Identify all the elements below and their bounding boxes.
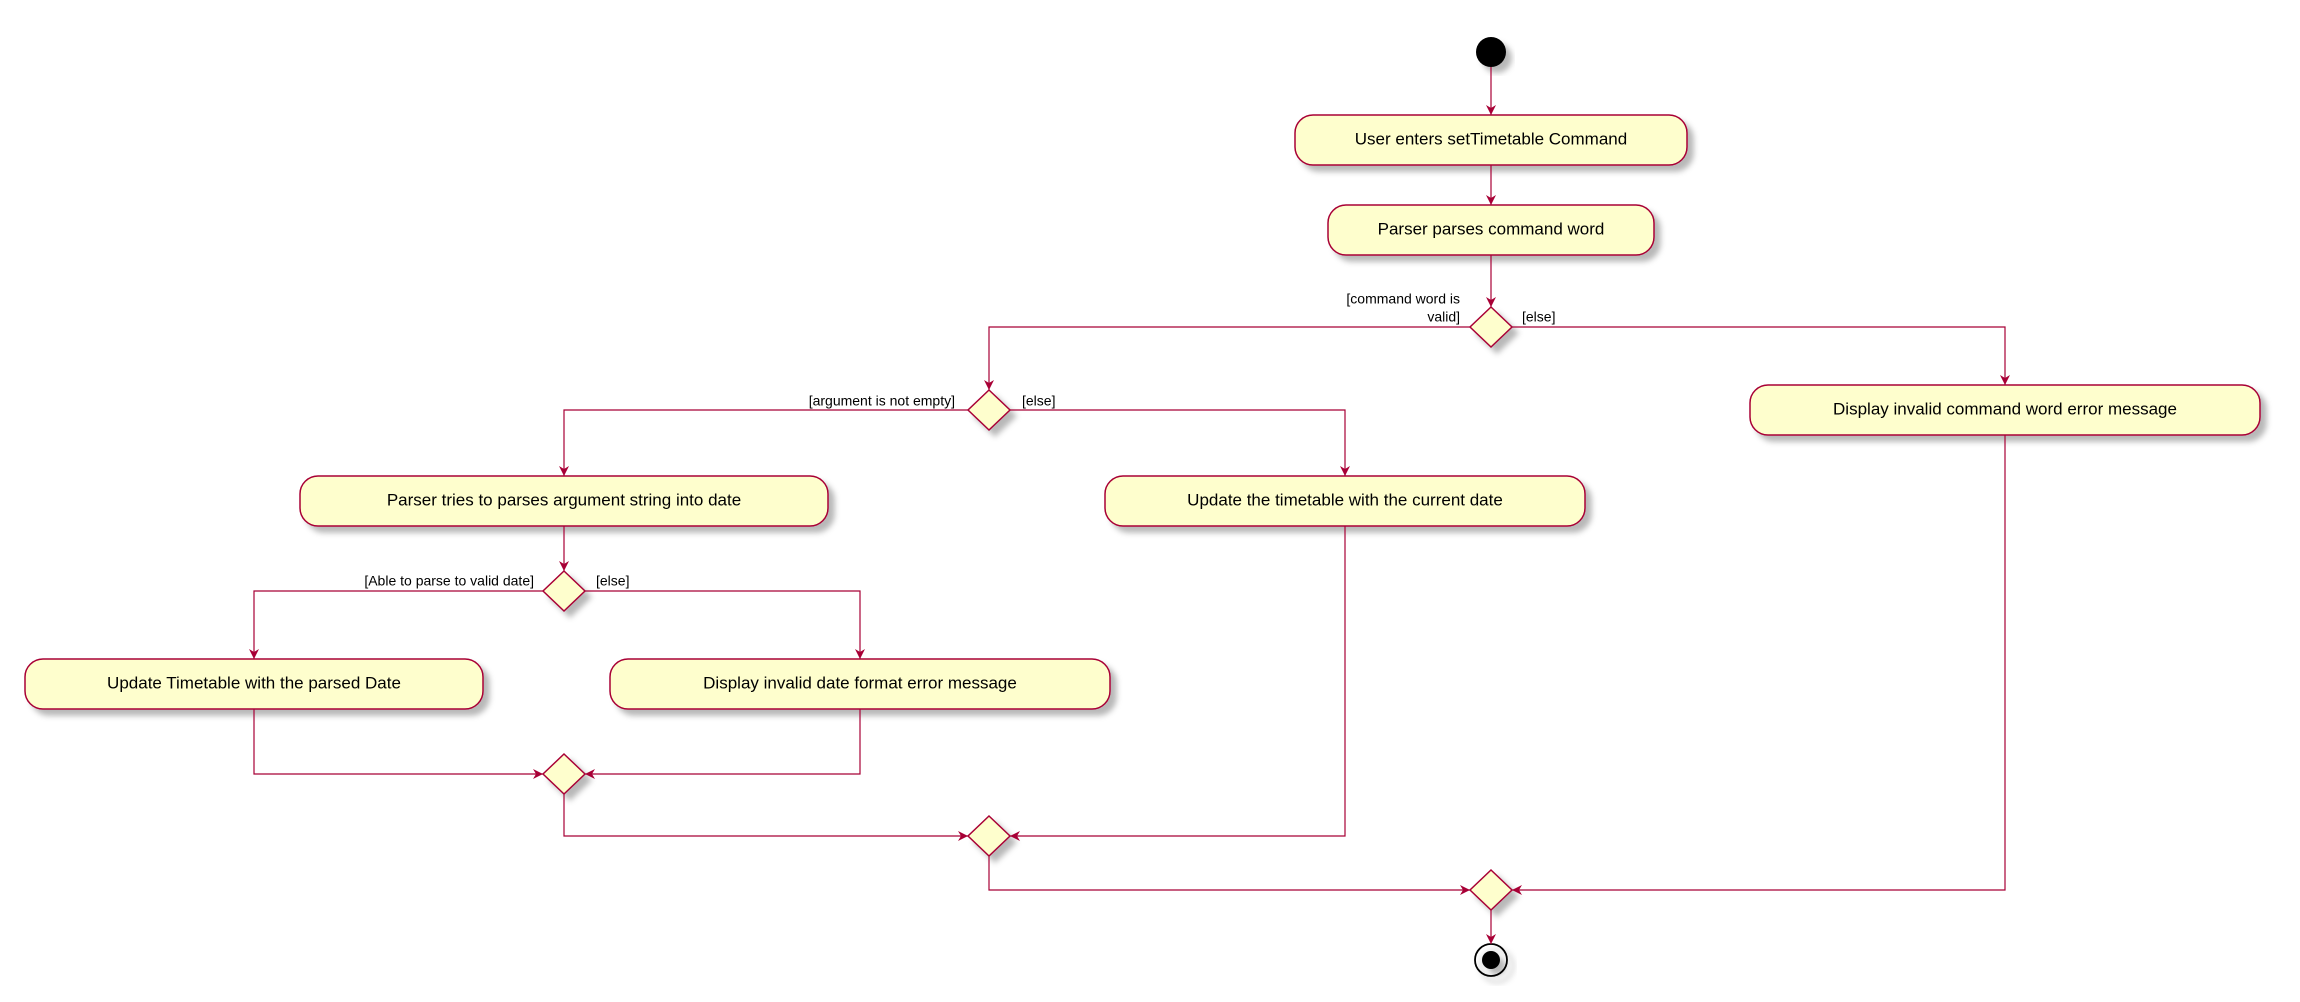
merge-argument-branch bbox=[968, 816, 1010, 856]
edge-label: [else] bbox=[1022, 393, 1055, 409]
node-label: Update the timetable with the current da… bbox=[1187, 490, 1503, 509]
edge bbox=[585, 591, 860, 659]
edge bbox=[989, 327, 1470, 390]
edge bbox=[989, 856, 1470, 890]
edge bbox=[1512, 327, 2005, 385]
edge bbox=[254, 709, 543, 774]
edge-label: [Able to parse to valid date] bbox=[364, 573, 534, 589]
decision-argument-empty bbox=[968, 390, 1010, 430]
node-label: Parser parses command word bbox=[1378, 219, 1605, 238]
merge-parse-branch bbox=[543, 754, 585, 794]
edge-label: valid] bbox=[1427, 309, 1460, 325]
edge-label: [command word is bbox=[1346, 291, 1460, 307]
node-label: Update Timetable with the parsed Date bbox=[107, 673, 401, 692]
edge-label: [else] bbox=[1522, 309, 1555, 325]
activity-diagram: User enters setTimetable Command Parser … bbox=[0, 0, 2300, 1002]
edge bbox=[564, 794, 968, 836]
edge bbox=[585, 709, 860, 774]
node-parser-parses-command-word: Parser parses command word bbox=[1328, 205, 1654, 255]
node-label: Parser tries to parses argument string i… bbox=[387, 490, 741, 509]
edge-label: [argument is not empty] bbox=[809, 393, 955, 409]
node-label: User enters setTimetable Command bbox=[1355, 129, 1627, 148]
merge-command-branch bbox=[1470, 870, 1512, 910]
node-invalid-command-word: Display invalid command word error messa… bbox=[1750, 385, 2260, 435]
decision-able-to-parse bbox=[543, 571, 585, 611]
edge-label: [else] bbox=[596, 573, 629, 589]
node-label: Display invalid date format error messag… bbox=[703, 673, 1017, 692]
edge bbox=[254, 591, 543, 659]
node-update-parsed-date: Update Timetable with the parsed Date bbox=[25, 659, 483, 709]
node-parse-argument: Parser tries to parses argument string i… bbox=[300, 476, 828, 526]
node-invalid-date-format: Display invalid date format error messag… bbox=[610, 659, 1110, 709]
final-node bbox=[1475, 944, 1507, 976]
start-node bbox=[1476, 37, 1506, 67]
node-user-enters-command: User enters setTimetable Command bbox=[1295, 115, 1687, 165]
node-update-current-date: Update the timetable with the current da… bbox=[1105, 476, 1585, 526]
edge bbox=[1010, 410, 1345, 476]
decision-command-word-valid bbox=[1470, 307, 1512, 347]
edge bbox=[1512, 435, 2005, 890]
node-label: Display invalid command word error messa… bbox=[1833, 399, 2177, 418]
edge bbox=[564, 410, 968, 476]
